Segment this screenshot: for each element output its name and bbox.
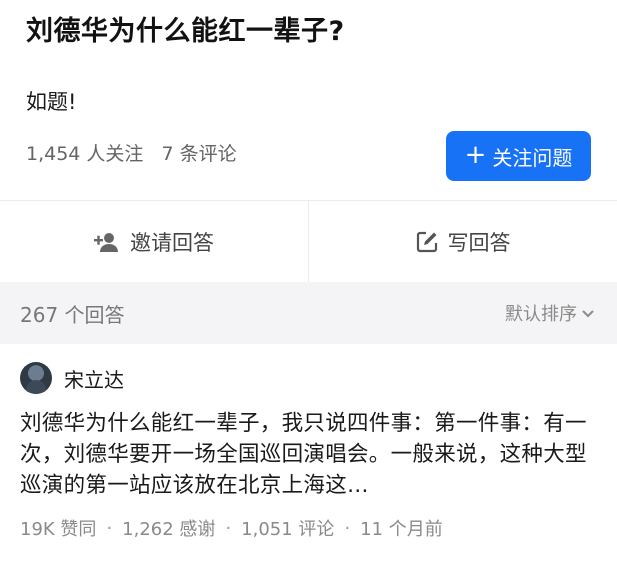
answer-stats: 19K 赞同 · 1,262 感谢 · 1,051 评论 · 11 个月前 xyxy=(20,515,597,541)
write-answer-label: 写回答 xyxy=(447,230,511,255)
thanks-count: 1,262 感谢 xyxy=(122,519,216,540)
answer-author[interactable]: 宋立达 xyxy=(20,362,597,394)
answers-count: 267 个回答 xyxy=(20,302,125,327)
add-user-icon xyxy=(94,231,120,253)
follow-question-button[interactable]: + 关注问题 xyxy=(446,131,591,181)
separator-dot: · xyxy=(344,517,351,539)
edit-icon xyxy=(416,231,438,253)
question-detail: 如题! xyxy=(26,90,77,114)
avatar[interactable] xyxy=(20,362,52,394)
invite-answer-button[interactable]: 邀请回答 xyxy=(0,201,308,282)
sort-label: 默认排序 xyxy=(505,304,577,325)
plus-icon: + xyxy=(464,140,487,170)
sort-dropdown[interactable]: 默认排序 xyxy=(505,300,595,326)
author-name[interactable]: 宋立达 xyxy=(64,364,124,393)
likes-count: 19K 赞同 xyxy=(20,519,97,540)
follow-button-label: 关注问题 xyxy=(492,145,573,170)
action-bar: 邀请回答 写回答 xyxy=(0,200,617,282)
answers-header: 267 个回答 默认排序 xyxy=(0,282,617,344)
question-title[interactable]: 刘德华为什么能红一辈子? xyxy=(26,12,591,52)
question-card: 刘德华为什么能红一辈子? 如题! 1,454 人关注 7 条评论 + 关注问题 xyxy=(0,0,617,200)
question-meta: 1,454 人关注 7 条评论 xyxy=(26,140,237,168)
answer-item[interactable]: 宋立达 刘德华为什么能红一辈子，我只说四件事：第一件事：有一次，刘德华要开一场全… xyxy=(0,344,617,541)
separator-dot: · xyxy=(225,517,232,539)
comments-count[interactable]: 7 条评论 xyxy=(161,140,236,168)
write-answer-button[interactable]: 写回答 xyxy=(308,201,617,282)
chevron-down-icon xyxy=(581,303,595,324)
followers-count[interactable]: 1,454 人关注 xyxy=(26,140,143,168)
answer-excerpt[interactable]: 刘德华为什么能红一辈子，我只说四件事：第一件事：有一次，刘德华要开一场全国巡回演… xyxy=(20,408,597,501)
separator-dot: · xyxy=(106,517,113,539)
post-time: 11 个月前 xyxy=(360,519,443,540)
comments-count-answer: 1,051 评论 xyxy=(241,519,335,540)
invite-answer-label: 邀请回答 xyxy=(130,230,214,255)
